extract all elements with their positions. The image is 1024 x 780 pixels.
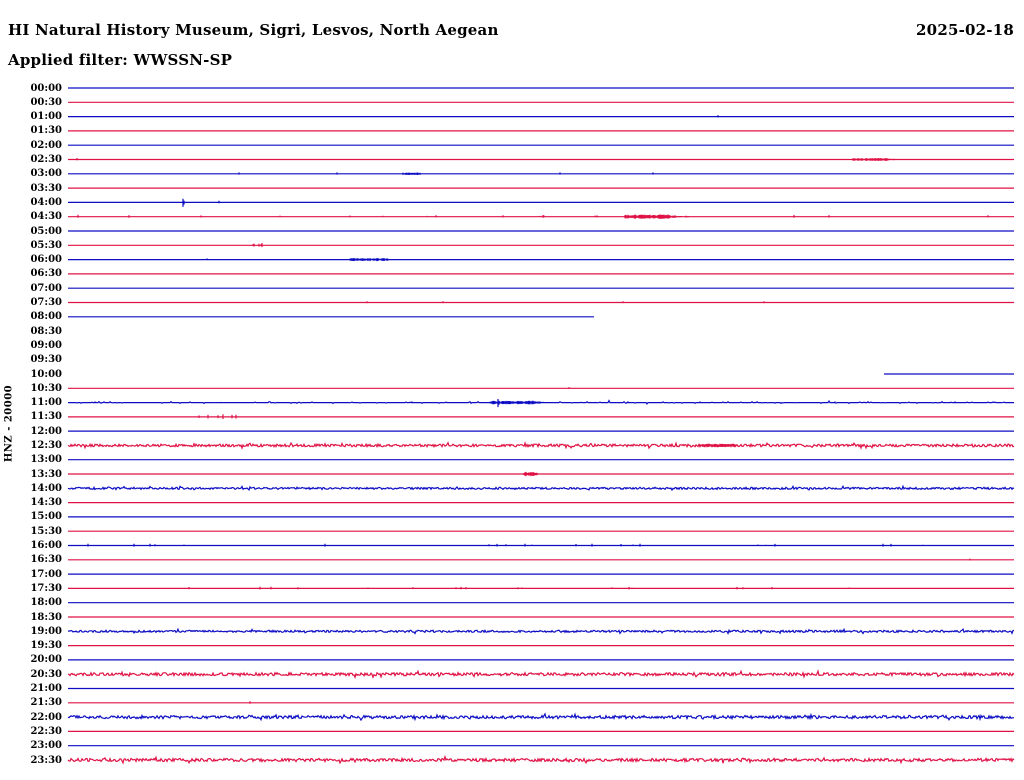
- seismic-trace-row: [67, 441, 1015, 450]
- seismic-trace-row: [68, 701, 1014, 704]
- seismic-trace-row: [67, 627, 1015, 635]
- seismic-trace-row: [67, 754, 1015, 765]
- seismic-trace-row: [68, 586, 1014, 590]
- seismic-trace-row: [68, 158, 1014, 161]
- helicorder-canvas: [67, 87, 1015, 765]
- seismic-trace-row: [67, 484, 1015, 492]
- seismic-trace-row: [68, 387, 1014, 389]
- seismic-trace-row: [67, 669, 1015, 680]
- helicorder-page: HI Natural History Museum, Sigri, Lesvos…: [0, 0, 1024, 780]
- seismic-trace-row: [68, 471, 1014, 477]
- seismic-trace-row: [68, 172, 1014, 175]
- seismic-trace-row: [68, 115, 1014, 118]
- seismic-trace-row: [68, 399, 1014, 408]
- seismic-trace-row: [68, 558, 1014, 561]
- seismic-trace-row: [68, 301, 1014, 304]
- seismic-trace-row: [68, 258, 1014, 262]
- seismic-trace-row: [68, 198, 1014, 207]
- seismic-trace-row: [68, 243, 1014, 248]
- seismic-trace-row: [67, 712, 1015, 722]
- seismic-trace-row: [68, 414, 1014, 419]
- seismic-trace-row: [68, 543, 1014, 547]
- seismic-trace-row: [68, 214, 1014, 219]
